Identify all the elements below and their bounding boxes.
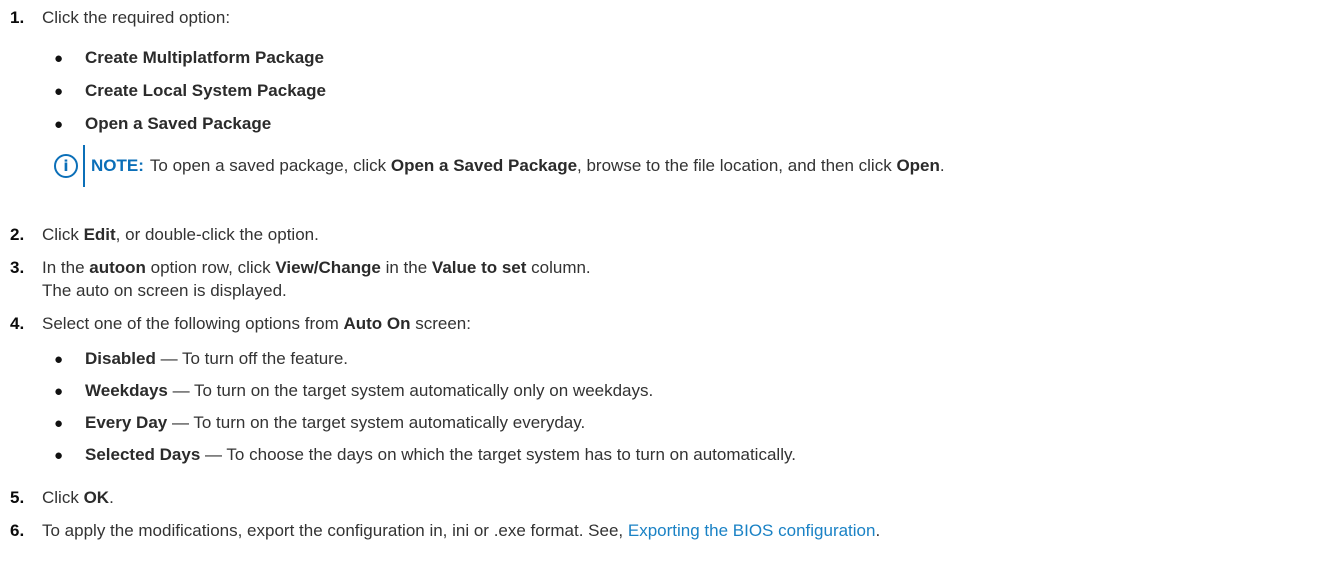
step-number: 3. xyxy=(10,258,25,277)
step-number: 1. xyxy=(10,8,25,27)
list-item: ● Every Day — To turn on the target syste… xyxy=(54,412,585,435)
bullet-dot-icon: ● xyxy=(54,415,64,432)
list-item: ● Create Local System Package xyxy=(54,80,326,103)
option-desc: — To turn on the target system automatic… xyxy=(167,381,654,400)
list-item: ● Create Multiplatform Package xyxy=(54,47,324,70)
step-5: 5. Click OK. xyxy=(10,487,114,509)
list-item: ● Weekdays — To turn on the target system… xyxy=(54,380,653,403)
step-3: 3. In the autoon option row, click View/C… xyxy=(10,257,591,279)
option-desc: — To turn off the feature. xyxy=(155,349,349,368)
step-6: 6. To apply the modifications, export the… xyxy=(10,520,880,542)
bullet-dot-icon: ● xyxy=(54,383,64,400)
step-2: 2. Click Edit, or double-click the option… xyxy=(10,224,319,246)
bullet-dot-icon: ● xyxy=(54,83,64,100)
step-text: Click Edit, or double-click the option. xyxy=(42,225,319,244)
bullet-dot-icon: ● xyxy=(54,50,64,67)
note-callout: i NOTE: To open a saved package, click O… xyxy=(54,144,945,188)
step-result: The auto on screen is displayed. xyxy=(42,281,287,300)
bullet-dot-icon: ● xyxy=(54,351,64,368)
option-name: Selected Days xyxy=(85,445,201,464)
bullet-dot-icon: ● xyxy=(54,447,64,464)
step-text: Click OK. xyxy=(42,488,114,507)
list-item: ● Open a Saved Package xyxy=(54,113,271,136)
bullet-dot-icon: ● xyxy=(54,116,64,133)
step-text: In the autoon option row, click View/Cha… xyxy=(42,258,591,277)
option-name: Disabled xyxy=(85,349,156,368)
step-1: 1. Click the required option: xyxy=(10,7,230,29)
step-number: 5. xyxy=(10,488,25,507)
step-text: Click the required option: xyxy=(42,8,231,27)
option-name: Create Multiplatform Package xyxy=(85,48,325,67)
option-desc: — To choose the days on which the target… xyxy=(200,445,796,464)
note-divider xyxy=(83,145,85,187)
step-4: 4. Select one of the following options fr… xyxy=(10,313,471,335)
info-icon: i xyxy=(54,154,78,178)
step-number: 4. xyxy=(10,314,25,333)
note-text: To open a saved package, click Open a Sa… xyxy=(149,156,945,175)
exporting-bios-link[interactable]: Exporting the BIOS configuration xyxy=(628,521,876,540)
step-text: Select one of the following options from… xyxy=(42,314,471,333)
option-desc: — To turn on the target system automatic… xyxy=(167,413,586,432)
step-number: 2. xyxy=(10,225,25,244)
option-name: Create Local System Package xyxy=(85,81,326,100)
option-name: Open a Saved Package xyxy=(85,114,272,133)
list-item: ● Selected Days — To choose the days on w… xyxy=(54,444,796,467)
note-label: NOTE: xyxy=(91,156,144,175)
step-number: 6. xyxy=(10,521,25,540)
option-name: Every Day xyxy=(85,413,168,432)
option-name: Weekdays xyxy=(85,381,168,400)
list-item: ● Disabled — To turn off the feature. xyxy=(54,348,348,371)
step-text: To apply the modifications, export the c… xyxy=(42,521,881,540)
